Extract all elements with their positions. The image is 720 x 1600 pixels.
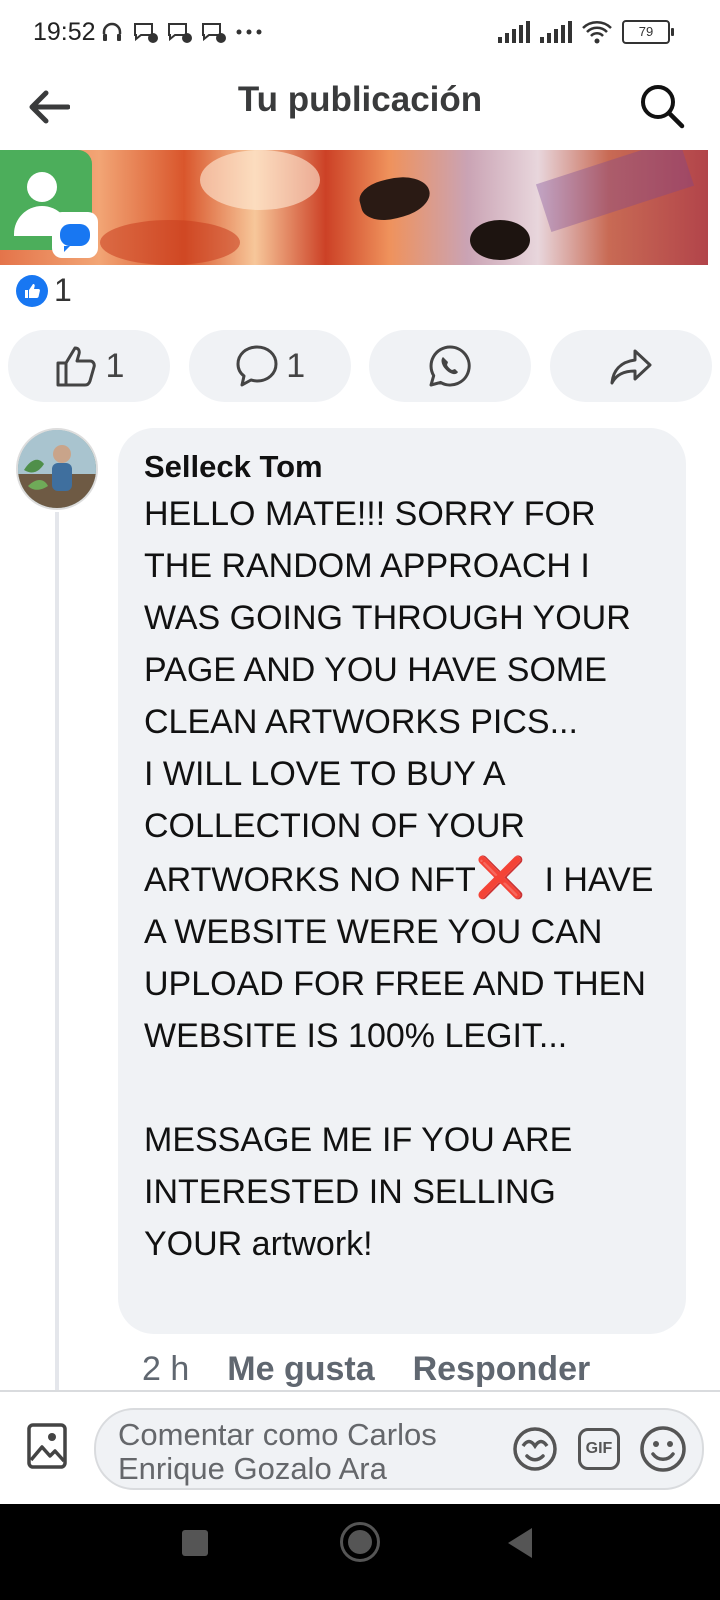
comment-count: 1 — [286, 346, 306, 385]
share-button[interactable] — [549, 330, 712, 402]
comment-input[interactable]: Comentar como Carlos Enrique Gozalo Ara … — [94, 1408, 704, 1490]
comment-timestamp: 2 h — [142, 1350, 190, 1388]
reaction-summary[interactable]: 1 — [16, 272, 72, 309]
comment-like-button[interactable]: Me gusta — [227, 1350, 374, 1389]
signal-icon — [540, 21, 572, 43]
comment-text: HELLO MATE!!! SORRY FOR THE RANDOM APPRO… — [144, 488, 660, 1270]
person-head-icon — [27, 172, 57, 202]
more-notifications-icon — [236, 29, 262, 35]
system-status-icons: 79 — [498, 20, 674, 44]
app-header: Tu publicación — [0, 68, 720, 148]
status-time: 19:52 — [33, 18, 96, 46]
composer-icons: GIF — [510, 1424, 688, 1474]
avatar-photo — [18, 430, 96, 508]
post-image[interactable] — [0, 150, 708, 265]
image-icon — [27, 1423, 67, 1469]
battery-icon: 79 — [622, 20, 674, 44]
wifi-icon — [582, 21, 612, 44]
post-actions: 1 1 — [8, 330, 712, 402]
system-nav-bar — [0, 1504, 720, 1600]
comment-meta: 2 h Me gusta Responder — [142, 1350, 590, 1389]
notification-icons — [100, 20, 264, 44]
thumbs-up-icon — [56, 346, 96, 387]
like-reaction-icon — [16, 274, 48, 307]
search-button[interactable] — [634, 78, 690, 134]
home-button[interactable] — [340, 1522, 380, 1562]
cross-mark-icon: ❌ — [475, 856, 526, 900]
whatsapp-share-button[interactable] — [369, 330, 532, 402]
whatsapp-icon — [429, 345, 471, 387]
messenger-notification-icon — [134, 23, 158, 43]
add-photo-button[interactable] — [26, 1422, 68, 1470]
emoji-icon[interactable] — [638, 1424, 688, 1474]
messenger-badge — [52, 212, 98, 258]
signal-icon — [498, 21, 530, 43]
avatar[interactable] — [16, 428, 98, 510]
comment-input-placeholder: Comentar como Carlos Enrique Gozalo Ara — [118, 1417, 437, 1486]
page-title: Tu publicación — [237, 80, 483, 119]
gif-button[interactable]: GIF — [578, 1428, 620, 1470]
comment-composer: Comentar como Carlos Enrique Gozalo Ara … — [0, 1390, 720, 1506]
comment-text-part2: I HAVE A WEBSITE WERE YOU CAN UPLOAD FOR… — [144, 861, 654, 1263]
reaction-count: 1 — [54, 272, 72, 308]
like-count: 1 — [105, 346, 125, 385]
messenger-notification-icon — [168, 23, 192, 43]
comment-reply-button[interactable]: Responder — [413, 1350, 591, 1389]
headphones-icon — [102, 22, 122, 41]
comment-author[interactable]: Selleck Tom — [144, 446, 660, 488]
chat-bubble-icon — [60, 224, 90, 252]
system-back-button[interactable] — [508, 1528, 532, 1558]
status-bar: 19:52 79 — [0, 0, 720, 68]
comment-icon — [236, 345, 278, 387]
search-icon — [641, 85, 685, 129]
comment-bubble[interactable]: Selleck Tom HELLO MATE!!! SORRY FOR THE … — [118, 428, 686, 1334]
comment-text-part1: HELLO MATE!!! SORRY FOR THE RANDOM APPRO… — [144, 495, 631, 899]
share-arrow-icon — [610, 349, 652, 385]
comment-button[interactable]: 1 — [188, 330, 351, 402]
avatar-sticker-icon[interactable] — [510, 1424, 560, 1474]
messenger-notification-icon — [202, 23, 226, 43]
thread-line — [55, 512, 59, 1392]
like-button[interactable]: 1 — [8, 330, 170, 402]
recent-apps-button[interactable] — [182, 1530, 208, 1556]
